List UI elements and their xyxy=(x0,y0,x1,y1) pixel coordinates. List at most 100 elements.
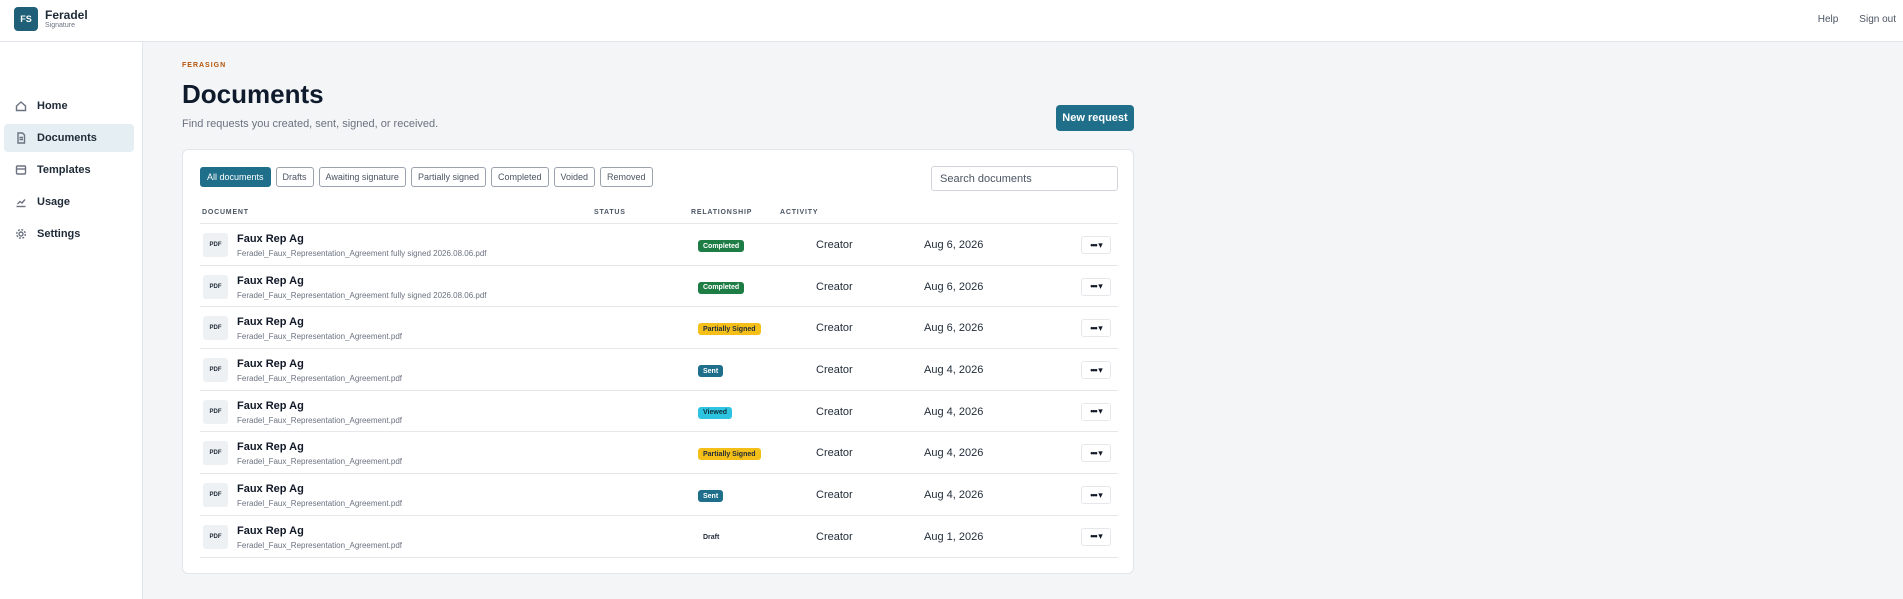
sidebar-item-documents[interactable]: Documents xyxy=(4,124,134,152)
row-actions-button[interactable]: ••• ▾ xyxy=(1081,236,1111,254)
filter-removed[interactable]: Removed xyxy=(600,167,653,187)
table-row[interactable]: PDF Faux Rep Ag Feradel_Faux_Representatio… xyxy=(200,266,1118,308)
top-bar: FS Feradel Signature Help Sign out xyxy=(0,0,1903,42)
documents-table: PDF Faux Rep Ag Feradel_Faux_Representatio… xyxy=(200,224,1118,558)
table-row[interactable]: PDF Faux Rep Ag Feradel_Faux_Representatio… xyxy=(200,474,1118,516)
column-activity: ACTIVITY xyxy=(780,209,819,216)
sidebar-item-label: Templates xyxy=(37,164,91,176)
activity-cell: Aug 6, 2026 xyxy=(924,280,984,293)
column-status: STATUS xyxy=(594,209,626,216)
brand-logo: FS xyxy=(14,7,38,31)
table-row[interactable]: PDF Faux Rep Ag Feradel_Faux_Representatio… xyxy=(200,432,1118,475)
pdf-icon: PDF xyxy=(203,274,228,299)
row-actions-button[interactable]: ••• ▾ xyxy=(1081,319,1111,338)
status-badge: Partially Signed xyxy=(698,448,761,461)
status-badge: Completed xyxy=(698,240,745,252)
filter-awaiting-signature[interactable]: Awaiting signature xyxy=(318,167,406,187)
document-title[interactable]: Faux Rep Ag xyxy=(237,358,304,370)
row-actions-button[interactable]: ••• ▾ xyxy=(1081,277,1111,296)
row-actions-button[interactable]: ••• ▾ xyxy=(1081,402,1111,421)
row-actions-button[interactable]: ••• ▾ xyxy=(1081,444,1111,463)
row-actions-button[interactable]: ••• ▾ xyxy=(1081,486,1111,505)
brand-subtitle: Signature xyxy=(45,21,75,29)
document-title[interactable]: Faux Rep Ag xyxy=(237,233,304,245)
page-eyebrow: FERASIGN xyxy=(182,62,227,69)
search-input[interactable] xyxy=(931,166,1118,191)
table-header: DOCUMENT STATUS RELATIONSHIP ACTIVITY xyxy=(200,207,1118,224)
gear-icon xyxy=(15,228,27,240)
document-filename: Feradel_Faux_Representation_Agreement.pd… xyxy=(237,457,402,467)
page-title: Documents xyxy=(182,79,324,109)
document-filename: Feradel_Faux_Representation_Agreement.pd… xyxy=(237,332,402,342)
activity-cell: Aug 4, 2026 xyxy=(924,447,984,460)
column-document: DOCUMENT xyxy=(202,209,249,216)
filter-partially-signed[interactable]: Partially signed xyxy=(410,167,486,187)
sidebar-item-label: Home xyxy=(37,100,68,112)
document-filename: Feradel_Faux_Representation_Agreement fu… xyxy=(237,290,487,300)
sidebar-item-usage[interactable]: Usage xyxy=(4,188,134,216)
status-badge: Sent xyxy=(698,365,724,378)
sign-out-link[interactable]: Sign out xyxy=(1859,14,1896,25)
document-title[interactable]: Faux Rep Ag xyxy=(237,275,304,287)
sidebar-item-home[interactable]: Home xyxy=(4,92,134,120)
document-title[interactable]: Faux Rep Ag xyxy=(237,483,304,495)
status-badge: Draft xyxy=(698,531,725,544)
filter-all-documents[interactable]: All documents xyxy=(200,167,271,187)
document-filename: Feradel_Faux_Representation_Agreement.pd… xyxy=(237,374,402,384)
status-badge: Sent xyxy=(698,490,724,503)
document-filename: Feradel_Faux_Representation_Agreement fu… xyxy=(237,249,487,258)
document-filename: Feradel_Faux_Representation_Agreement.pd… xyxy=(237,540,402,550)
main-content: FERASIGN Documents Find requests you cre… xyxy=(182,62,1134,574)
home-icon xyxy=(15,101,27,112)
sidebar-item-label: Documents xyxy=(37,132,97,144)
document-title[interactable]: Faux Rep Ag xyxy=(237,316,304,328)
pdf-icon: PDF xyxy=(203,399,228,424)
table-row[interactable]: PDF Faux Rep Ag Feradel_Faux_Representatio… xyxy=(200,224,1118,266)
filter-voided[interactable]: Voided xyxy=(553,167,596,187)
brand-name: Feradel xyxy=(45,7,88,22)
filter-completed[interactable]: Completed xyxy=(490,167,549,187)
pdf-icon: PDF xyxy=(203,358,228,383)
document-title[interactable]: Faux Rep Ag xyxy=(237,525,304,537)
status-badge: Partially Signed xyxy=(698,323,761,336)
filter-drafts[interactable]: Drafts xyxy=(275,167,314,187)
sidebar: Home Documents Templates Usage Settings xyxy=(0,42,143,599)
sidebar-item-settings[interactable]: Settings xyxy=(4,220,134,248)
pdf-icon: PDF xyxy=(203,441,228,466)
row-actions-button[interactable]: ••• ▾ xyxy=(1081,527,1111,546)
activity-cell: Aug 6, 2026 xyxy=(924,322,984,335)
relationship-cell: Creator xyxy=(816,364,853,377)
relationship-cell: Creator xyxy=(816,322,853,335)
relationship-cell: Creator xyxy=(816,489,853,502)
sidebar-nav: Home Documents Templates Usage Settings xyxy=(4,92,134,252)
brand[interactable]: FS Feradel Signature xyxy=(14,7,88,31)
sidebar-item-label: Usage xyxy=(37,196,71,208)
documents-card: All documents Drafts Awaiting signature Par… xyxy=(182,149,1134,574)
document-title[interactable]: Faux Rep Ag xyxy=(237,400,304,412)
new-request-button[interactable]: New request xyxy=(1056,105,1134,131)
column-relationship: RELATIONSHIP xyxy=(691,209,753,216)
relationship-cell: Creator xyxy=(816,239,853,251)
table-row[interactable]: PDF Faux Rep Ag Feradel_Faux_Representatio… xyxy=(200,391,1118,433)
pdf-icon: PDF xyxy=(203,483,228,508)
document-title[interactable]: Faux Rep Ag xyxy=(237,441,304,453)
table-row[interactable]: PDF Faux Rep Ag Feradel_Faux_Representatio… xyxy=(200,516,1118,558)
row-actions-button[interactable]: ••• ▾ xyxy=(1081,361,1111,380)
activity-cell: Aug 1, 2026 xyxy=(924,530,984,543)
pdf-icon: PDF xyxy=(203,524,228,549)
document-icon xyxy=(17,132,26,144)
status-badge: Viewed xyxy=(698,406,732,419)
pdf-icon: PDF xyxy=(203,233,228,257)
chart-icon xyxy=(16,199,26,208)
relationship-cell: Creator xyxy=(816,447,853,460)
help-link[interactable]: Help xyxy=(1818,14,1839,25)
relationship-cell: Creator xyxy=(816,530,853,543)
sidebar-item-templates[interactable]: Templates xyxy=(4,156,134,184)
table-row[interactable]: PDF Faux Rep Ag Feradel_Faux_Representatio… xyxy=(200,307,1118,350)
relationship-cell: Creator xyxy=(816,405,853,418)
table-row[interactable]: PDF Faux Rep Ag Feradel_Faux_Representatio… xyxy=(200,349,1118,391)
document-filename: Feradel_Faux_Representation_Agreement.pd… xyxy=(237,415,402,425)
filter-bar: All documents Drafts Awaiting signature Par… xyxy=(200,167,653,187)
relationship-cell: Creator xyxy=(816,280,853,293)
template-icon xyxy=(15,165,27,175)
